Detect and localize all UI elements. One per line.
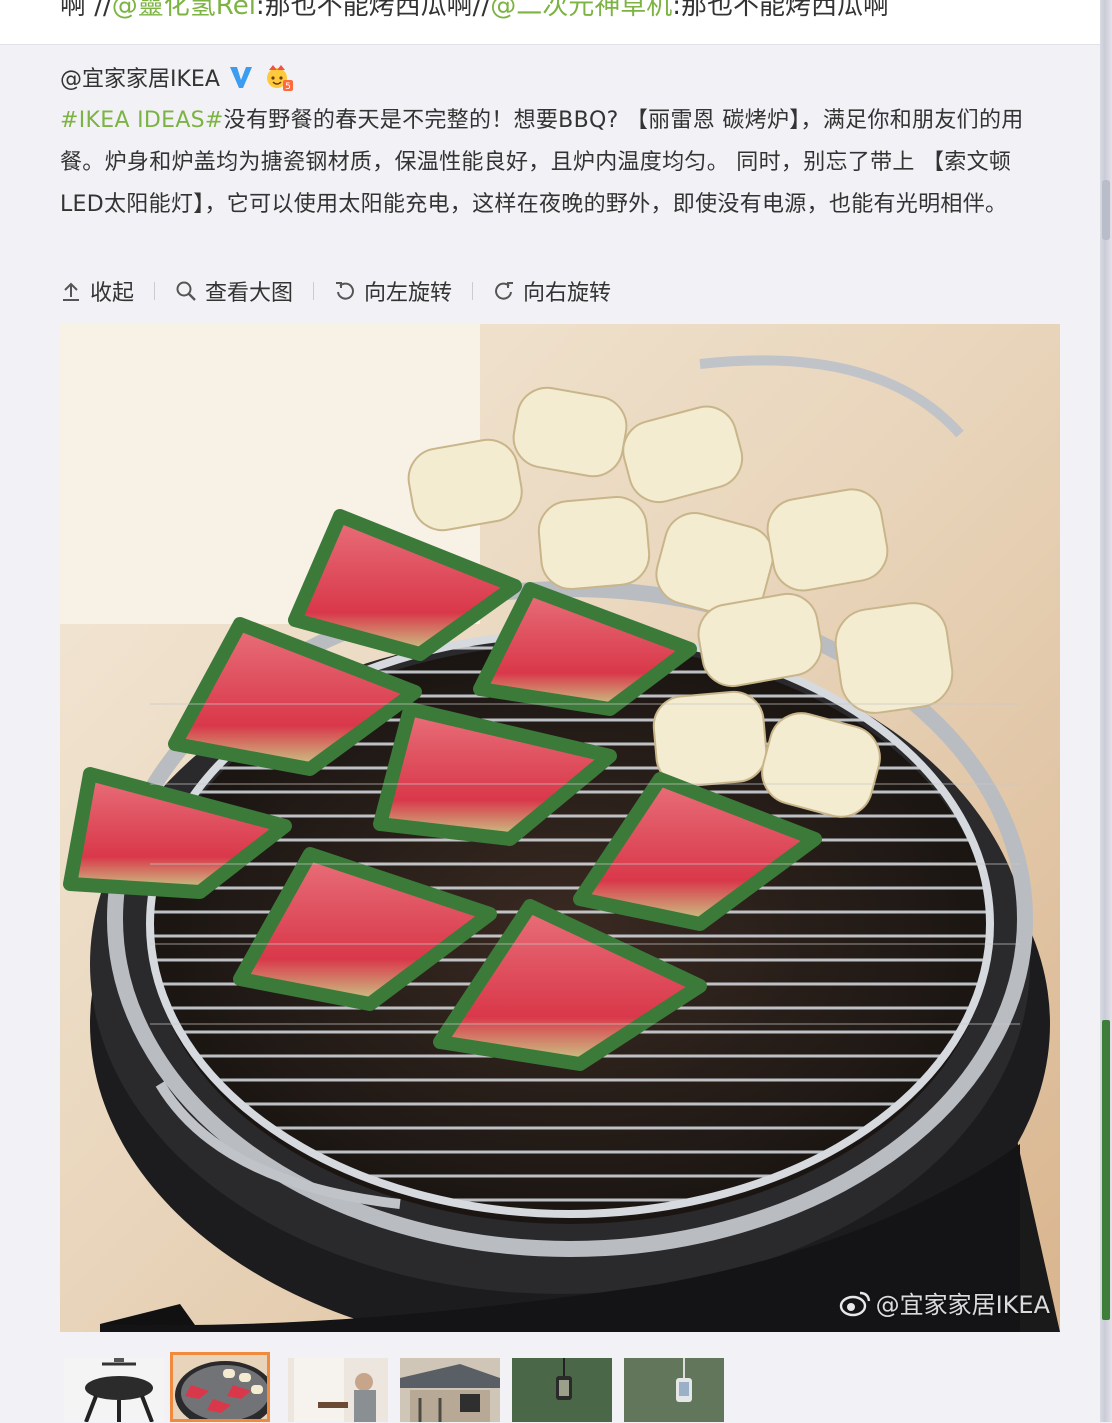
right-edge-panel	[1100, 0, 1112, 1422]
thumbnail-6[interactable]	[624, 1358, 724, 1422]
forward-chain-strip: 啊 //@靈化氢Rei:那也不能烤西瓜啊//@二次元神草机:那也不能烤西瓜啊	[0, 0, 1100, 44]
bbq-grill-photo	[60, 324, 1060, 1332]
collapse-label: 收起	[90, 281, 135, 306]
thumbnail-3[interactable]	[288, 1358, 388, 1422]
mention-link-1[interactable]: @靈化氢Rei	[112, 0, 256, 21]
view-large-label: 查看大图	[205, 281, 294, 306]
crown-member-icon[interactable]: 5	[264, 62, 294, 92]
rotate-right-button[interactable]: 向右旋转	[493, 275, 611, 307]
rotate-right-icon	[495, 282, 514, 300]
toolbar-divider	[154, 282, 156, 300]
toolbar-divider	[472, 282, 474, 300]
post-author-row: @宜家家居IKEA 5	[60, 60, 294, 94]
view-large-button[interactable]: 查看大图	[175, 275, 293, 307]
photo-watermark: @宜家家居IKEA	[838, 1285, 1050, 1320]
collapse-button[interactable]: 收起	[60, 275, 134, 307]
author-name-link[interactable]: @宜家家居IKEA	[60, 61, 220, 93]
image-toolbar: 收起 查看大图 向左旋转 向右旋转	[60, 274, 611, 308]
forward-prefix: 啊 //	[60, 0, 112, 21]
blue-v-icon[interactable]	[228, 64, 254, 90]
post-photo[interactable]: @宜家家居IKEA	[60, 324, 1060, 1332]
search-icon	[176, 281, 196, 301]
svg-text:5: 5	[285, 82, 291, 92]
forward-chain-text: 啊 //@靈化氢Rei:那也不能烤西瓜啊//@二次元神草机:那也不能烤西瓜啊	[60, 0, 889, 26]
thumbnail-4[interactable]	[400, 1358, 500, 1422]
collapse-icon	[63, 282, 79, 301]
watermark-text: @宜家家居IKEA	[875, 1291, 1050, 1319]
topic-link[interactable]: #IKEA IDEAS#	[60, 108, 224, 133]
post-body: #IKEA IDEAS#没有野餐的春天是不完整的！想要BBQ? 【丽雷恩 碳烤炉…	[60, 100, 1060, 226]
rotate-left-icon	[336, 282, 354, 300]
thumbnail-2-active[interactable]	[170, 1352, 270, 1422]
weibo-logo-icon	[839, 1291, 870, 1316]
rotate-left-label: 向左旋转	[364, 281, 453, 306]
forward-text-1: :那也不能烤西瓜啊//	[255, 0, 491, 21]
rotate-left-button[interactable]: 向左旋转	[334, 275, 452, 307]
forward-text-2: :那也不能烤西瓜啊	[672, 0, 889, 21]
thumbnail-5[interactable]	[512, 1358, 612, 1422]
mention-link-2[interactable]: @二次元神草机	[490, 0, 672, 21]
thumbnail-1[interactable]	[64, 1358, 164, 1422]
toolbar-divider	[313, 282, 315, 300]
rotate-right-label: 向右旋转	[523, 281, 612, 306]
